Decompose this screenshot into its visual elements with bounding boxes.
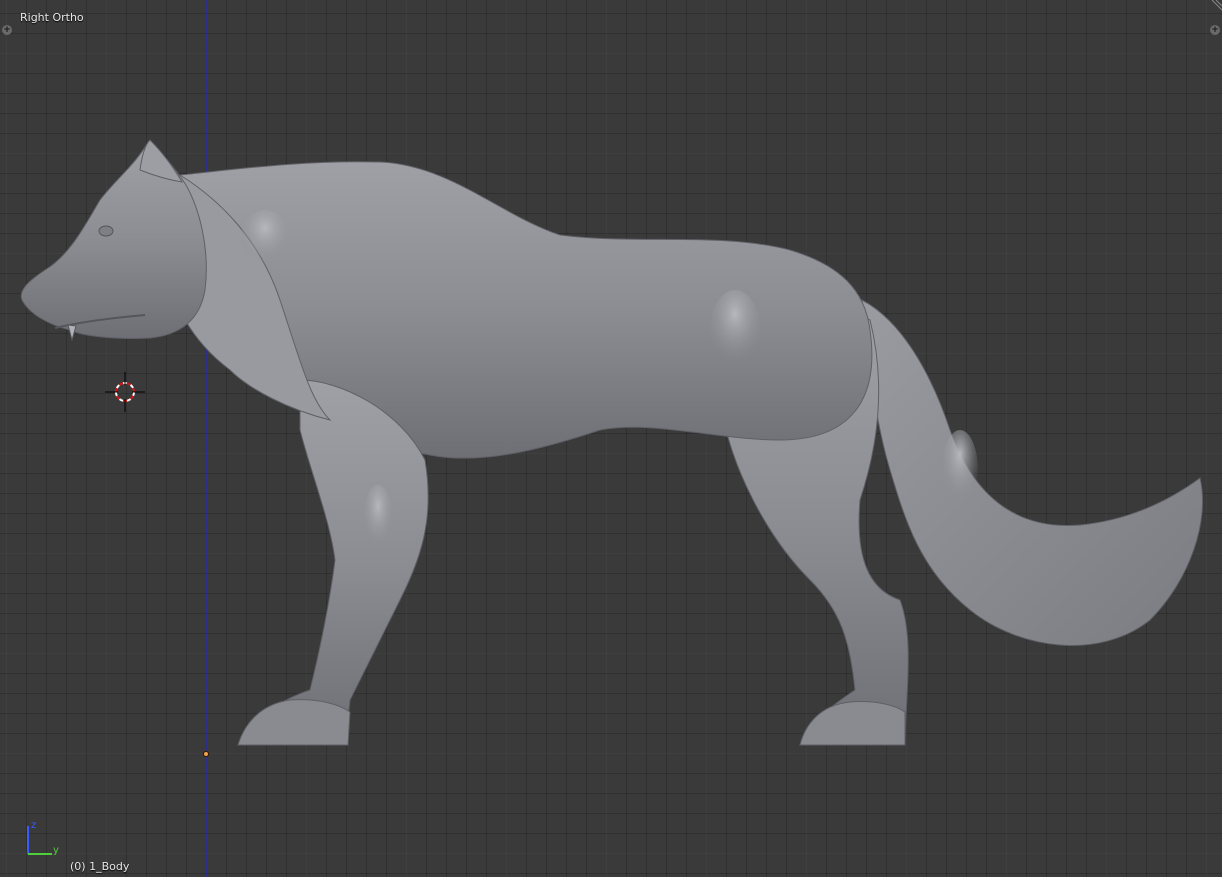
left-panel-toggle-icon[interactable]: + xyxy=(2,25,12,35)
3d-viewport[interactable]: z y Right Ortho (0) 1_Body + + xyxy=(0,0,1222,877)
wolf-head xyxy=(20,141,207,339)
gizmo-z-label: z xyxy=(31,820,36,831)
wolf-front-leg xyxy=(237,379,429,746)
3d-cursor-icon[interactable] xyxy=(105,372,145,412)
right-panel-toggle-icon[interactable]: + xyxy=(1210,25,1220,35)
axis-gizmo: z y xyxy=(27,820,59,856)
tail-highlight xyxy=(942,430,978,510)
leg-highlight xyxy=(363,485,393,555)
wolf-front-paw xyxy=(237,699,351,746)
gizmo-y-label: y xyxy=(53,845,59,856)
object-label: (0) 1_Body xyxy=(70,860,130,873)
view-label: Right Ortho xyxy=(20,11,84,24)
origin-dot-icon xyxy=(203,751,209,757)
wolf-tail xyxy=(861,299,1204,646)
wolf-hind-paw xyxy=(799,701,906,746)
corner-drag-icon[interactable] xyxy=(1206,0,1222,16)
hip-highlight xyxy=(710,290,760,370)
wolf-model[interactable] xyxy=(0,0,1222,877)
wolf-fang xyxy=(67,324,77,342)
wolf-eye xyxy=(98,225,114,237)
shoulder-highlight xyxy=(240,210,290,270)
